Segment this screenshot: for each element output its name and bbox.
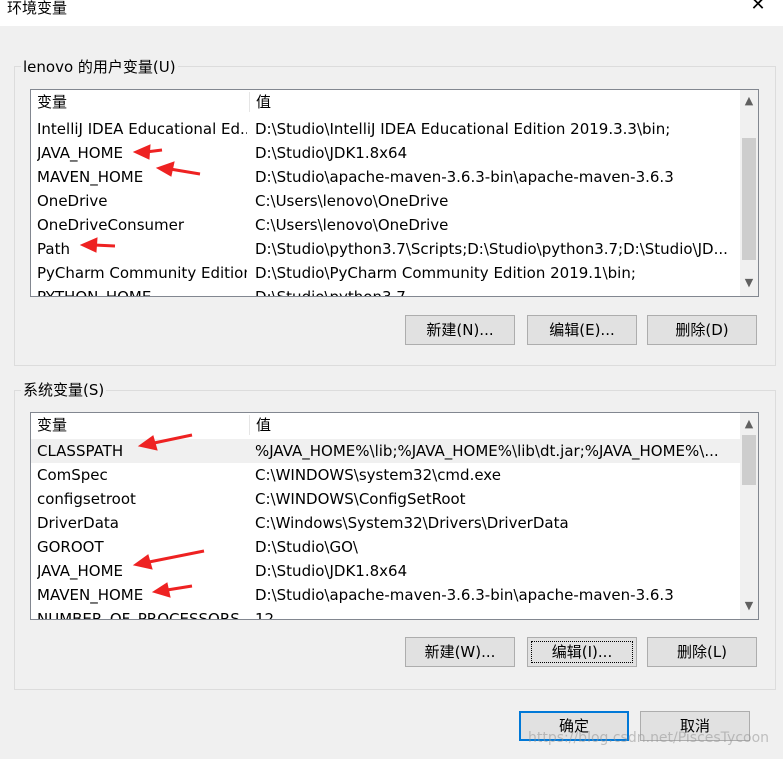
var-value: D:\Studio\apache-maven-3.6.3-bin\apache-… (255, 586, 674, 604)
list-item[interactable]: OneDriveConsumer C:\Users\lenovo\OneDriv… (31, 213, 740, 237)
var-value: D:\Studio\python3.7 (255, 288, 406, 297)
var-name: CLASSPATH (37, 442, 124, 460)
var-value: C:\Windows\System32\Drivers\DriverData (255, 514, 569, 532)
list-item[interactable]: configsetroot C:\WINDOWS\ConfigSetRoot (31, 487, 740, 511)
list-header: 变量 值 (31, 413, 740, 437)
system-new-button[interactable]: 新建(W)... (405, 637, 515, 667)
scrollbar-thumb[interactable] (742, 435, 756, 485)
var-name: OneDriveConsumer (37, 216, 185, 234)
column-header-name[interactable]: 变量 (31, 90, 249, 114)
var-name: GOROOT (37, 538, 104, 556)
system-vars-label: 系统变量(S) (21, 379, 107, 400)
user-edit-button[interactable]: 编辑(E)... (527, 315, 637, 345)
var-name: JAVA_HOME (37, 562, 124, 580)
var-value: D:\Studio\JDK1.8x64 (255, 562, 408, 580)
list-item[interactable]: PyCharm Community Edition D:\Studio\PyCh… (31, 261, 740, 285)
var-name: JAVA_HOME (37, 144, 124, 162)
list-header: 变量 值 (31, 90, 740, 114)
list-item[interactable]: MAVEN_HOME D:\Studio\apache-maven-3.6.3-… (31, 165, 740, 189)
user-delete-button[interactable]: 删除(D) (647, 315, 757, 345)
list-item[interactable]: OneDrive C:\Users\lenovo\OneDrive (31, 189, 740, 213)
var-value: D:\Studio\python3.7\Scripts;D:\Studio\py… (255, 240, 728, 258)
user-new-button[interactable]: 新建(N)... (405, 315, 515, 345)
list-item[interactable]: Path D:\Studio\python3.7\Scripts;D:\Stud… (31, 237, 740, 261)
var-name: Path (37, 240, 70, 258)
list-item[interactable]: NUMBER_OF_PROCESSORS 12 (31, 607, 740, 620)
close-icon[interactable]: ✕ (743, 0, 773, 15)
var-value: C:\WINDOWS\system32\cmd.exe (255, 466, 501, 484)
list-item[interactable]: JAVA_HOME D:\Studio\JDK1.8x64 (31, 559, 740, 583)
list-item[interactable]: GOROOT D:\Studio\GO\ (31, 535, 740, 559)
window-title: 环境变量 (7, 0, 68, 17)
var-name: configsetroot (37, 490, 136, 508)
scroll-up-icon[interactable]: ▲ (740, 415, 758, 433)
var-name: ComSpec (37, 466, 108, 484)
vertical-scrollbar[interactable]: ▲ ▼ (740, 90, 758, 296)
column-header-value[interactable]: 值 (250, 90, 730, 114)
var-name: OneDrive (37, 192, 108, 210)
scroll-down-icon[interactable]: ▼ (740, 597, 758, 615)
scroll-up-icon[interactable]: ▲ (740, 92, 758, 110)
list-item[interactable]: JAVA_HOME D:\Studio\JDK1.8x64 (31, 141, 740, 165)
var-name: NUMBER_OF_PROCESSORS (37, 610, 240, 620)
list-item[interactable]: IntelliJ IDEA Educational Ed... D:\Studi… (31, 117, 740, 141)
list-item-selected[interactable]: CLASSPATH %JAVA_HOME%\lib;%JAVA_HOME%\li… (31, 439, 740, 463)
list-item[interactable]: MAVEN_HOME D:\Studio\apache-maven-3.6.3-… (31, 583, 740, 607)
var-value: %JAVA_HOME%\lib;%JAVA_HOME%\lib\dt.jar;%… (255, 442, 719, 460)
var-value: C:\Users\lenovo\OneDrive (255, 192, 449, 210)
title-bar (0, 0, 783, 26)
list-item[interactable]: PYTHON_HOME D:\Studio\python3.7 (31, 285, 740, 297)
var-name: DriverData (37, 514, 119, 532)
var-name: MAVEN_HOME (37, 586, 144, 604)
system-delete-button[interactable]: 删除(L) (647, 637, 757, 667)
var-name: MAVEN_HOME (37, 168, 144, 186)
var-value: C:\WINDOWS\ConfigSetRoot (255, 490, 466, 508)
var-value: D:\Studio\JDK1.8x64 (255, 144, 408, 162)
var-name: PYTHON_HOME (37, 288, 152, 297)
var-value: 12 (255, 610, 275, 620)
list-item[interactable]: ComSpec C:\WINDOWS\system32\cmd.exe (31, 463, 740, 487)
var-value: D:\Studio\PyCharm Community Edition 2019… (255, 264, 636, 282)
vertical-scrollbar[interactable]: ▲ ▼ (740, 413, 758, 619)
user-vars-list[interactable]: 变量 值 IntelliJ IDEA Educational Ed... D:\… (30, 89, 759, 297)
system-edit-button[interactable]: 编辑(I)... (527, 637, 637, 667)
var-value: D:\Studio\IntelliJ IDEA Educational Edit… (255, 120, 671, 138)
user-vars-label: lenovo 的用户变量(U) (21, 56, 178, 77)
var-value: D:\Studio\apache-maven-3.6.3-bin\apache-… (255, 168, 674, 186)
var-value: D:\Studio\GO\ (255, 538, 358, 556)
scroll-down-icon[interactable]: ▼ (740, 274, 758, 292)
var-name: IntelliJ IDEA Educational Ed... (37, 120, 247, 138)
system-vars-list[interactable]: 变量 值 CLASSPATH %JAVA_HOME%\lib;%JAVA_HOM… (30, 412, 759, 620)
column-header-name[interactable]: 变量 (31, 413, 249, 437)
scrollbar-thumb[interactable] (742, 138, 756, 260)
column-header-value[interactable]: 值 (250, 413, 730, 437)
var-value: C:\Users\lenovo\OneDrive (255, 216, 449, 234)
var-name: PyCharm Community Edition (37, 264, 247, 282)
list-item[interactable]: DriverData C:\Windows\System32\Drivers\D… (31, 511, 740, 535)
watermark: https://blog.csdn.net/PiscesTycoon (528, 730, 770, 746)
